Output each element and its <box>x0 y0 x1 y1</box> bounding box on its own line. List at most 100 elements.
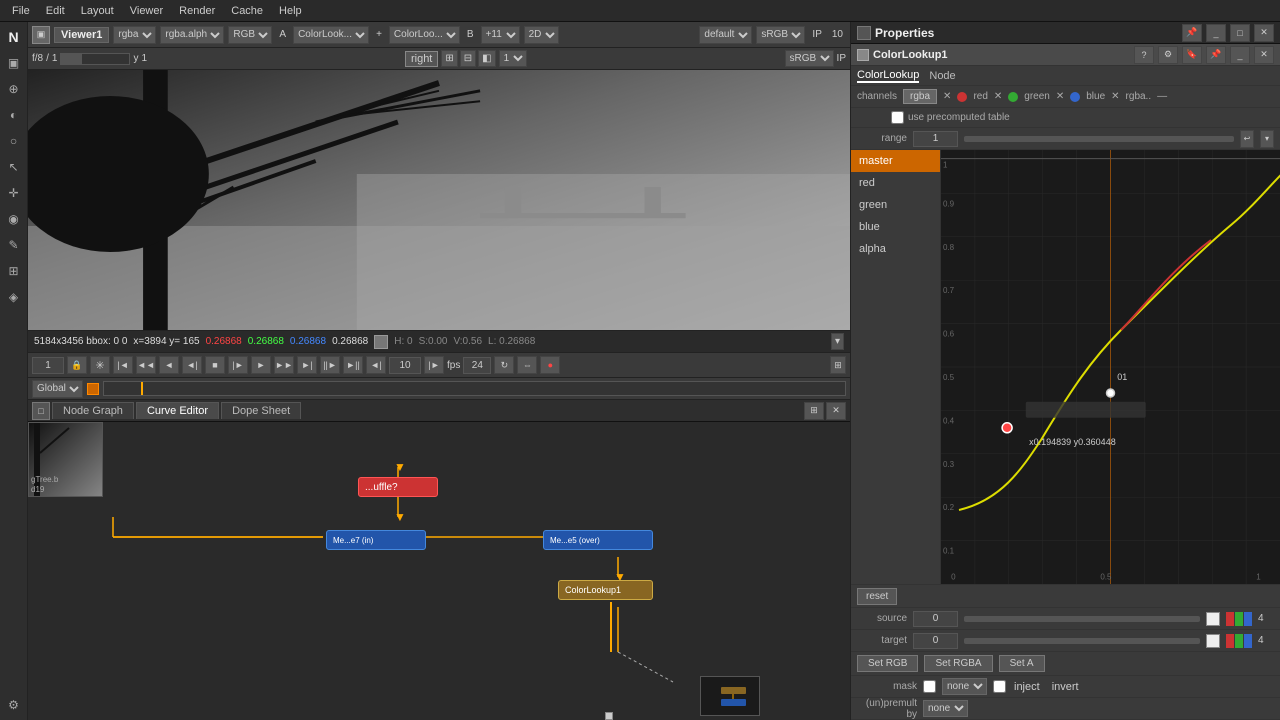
split-btn[interactable]: ⊟ <box>460 50 476 67</box>
menu-edit[interactable]: Edit <box>38 3 73 19</box>
prev-key-btn[interactable]: ◄◄ <box>136 356 156 374</box>
viewer-cursor[interactable] <box>538 187 548 197</box>
props-minimize-btn[interactable]: _ <box>1206 24 1226 42</box>
precomputed-checkbox[interactable] <box>891 111 904 124</box>
set-rgb-btn[interactable]: Set RGB <box>857 655 918 672</box>
play-btn[interactable]: ► <box>251 356 271 374</box>
target-input[interactable] <box>913 633 958 649</box>
one3-select[interactable]: 1 <box>499 50 527 67</box>
mask-select[interactable]: none <box>942 678 987 695</box>
default-select[interactable]: default <box>699 26 752 44</box>
eye-icon[interactable]: ◉ <box>3 208 25 230</box>
fps-input[interactable] <box>463 357 491 374</box>
alpha-select[interactable]: rgba.alph <box>160 26 224 44</box>
tab-node-graph[interactable]: Node Graph <box>52 402 134 419</box>
cl-bookmark-btn[interactable]: 🔖 <box>1182 46 1202 64</box>
menu-render[interactable]: Render <box>171 3 223 19</box>
node-merge7in[interactable]: Me...e7 (in) <box>326 530 426 550</box>
view-toggle-btn[interactable]: ⊞ <box>441 50 457 67</box>
red-remove-btn[interactable]: ✕ <box>943 91 951 102</box>
skip-end-btn[interactable]: ►|| <box>343 356 363 374</box>
rgba-select[interactable]: rgba <box>113 26 156 44</box>
reset-btn[interactable]: reset <box>857 588 897 605</box>
color-icon[interactable]: ◐ <box>3 104 25 126</box>
twod-select[interactable]: 2D <box>524 26 559 44</box>
menu-cache[interactable]: Cache <box>223 3 271 19</box>
target-swatch[interactable] <box>1206 634 1220 648</box>
set-a-btn[interactable]: Set A <box>999 655 1045 672</box>
node-graph[interactable]: d19 gTree.b <box>28 422 850 720</box>
tab-curve-editor[interactable]: Curve Editor <box>136 402 219 419</box>
view-icon[interactable]: ▣ <box>3 52 25 74</box>
slow-back-btn[interactable]: ◄| <box>182 356 202 374</box>
step-back-btn[interactable]: ◄ <box>159 356 179 374</box>
settings-bottom-icon[interactable]: ⚙ <box>3 694 25 716</box>
menu-help[interactable]: Help <box>271 3 310 19</box>
tab-dope-sheet[interactable]: Dope Sheet <box>221 402 301 419</box>
status-expand-btn[interactable]: ▾ <box>831 333 844 350</box>
circle-icon[interactable]: ○ <box>3 130 25 152</box>
cl-pin-btn[interactable]: 📌 <box>1206 46 1226 64</box>
go-end-btn[interactable]: ►| <box>297 356 317 374</box>
colorlook-b-select[interactable]: ColorLoo... <box>389 26 460 44</box>
maximize-nodegraph-btn[interactable]: ⊞ <box>804 402 824 420</box>
wipe-btn[interactable]: ◧ <box>478 50 495 67</box>
colorlook-a-select[interactable]: ColorLook... <box>293 26 369 44</box>
transform-icon[interactable]: ⊕ <box>3 78 25 100</box>
prev-frame-btn[interactable]: ◄| <box>366 356 386 374</box>
loop-btn[interactable]: ✳ <box>90 356 110 374</box>
rgba-extra-remove-btn[interactable]: ✕ <box>1111 91 1119 102</box>
frame10-input[interactable] <box>389 357 421 374</box>
frame-input[interactable] <box>32 357 64 374</box>
ch-red[interactable]: red <box>851 172 940 194</box>
target-slider[interactable] <box>964 638 1200 644</box>
ch-master[interactable]: master <box>851 150 940 172</box>
record-btn[interactable]: ● <box>540 356 560 374</box>
slow-fwd-btn[interactable]: |► <box>228 356 248 374</box>
last-remove-btn[interactable]: — <box>1157 91 1167 102</box>
srgb-select[interactable]: sRGB <box>756 26 805 44</box>
source-swatch[interactable] <box>1206 612 1220 626</box>
next-frame-btn[interactable]: |► <box>424 356 444 374</box>
cl-close-btn[interactable]: ✕ <box>1254 46 1274 64</box>
curve-graph[interactable]: 1 0.9 0.8 0.7 0.6 0.5 0.4 0.3 0.2 0.1 0.… <box>941 150 1280 584</box>
select-icon[interactable]: ↖ <box>3 156 25 178</box>
set-rgba-btn[interactable]: Set RGBA <box>924 655 992 672</box>
timeline-expand-btn[interactable]: ⊞ <box>830 356 846 374</box>
ch-alpha[interactable]: alpha <box>851 238 940 260</box>
cl-help-btn[interactable]: ? <box>1134 46 1154 64</box>
node-shuffle[interactable]: ...uffle? <box>358 477 438 497</box>
loop-cycle-btn[interactable]: ↻ <box>494 356 514 374</box>
ch-green[interactable]: green <box>851 194 940 216</box>
cl-settings-btn[interactable]: ⚙ <box>1158 46 1178 64</box>
menu-viewer[interactable]: Viewer <box>122 3 171 19</box>
rgb-select[interactable]: RGB <box>228 26 272 44</box>
ptab-node[interactable]: Node <box>929 70 955 82</box>
range-reset-btn[interactable]: ↩ <box>1240 130 1254 148</box>
move-icon[interactable]: ✛ <box>3 182 25 204</box>
blue-remove-btn[interactable]: ✕ <box>1056 91 1064 102</box>
bounce-btn[interactable]: ⇔ <box>517 356 537 374</box>
go-end2-btn[interactable]: ||► <box>320 356 340 374</box>
ptab-colorlookup[interactable]: ColorLookup <box>857 69 919 83</box>
props-close-btn[interactable]: ✕ <box>1254 24 1274 42</box>
channels-rgba-btn[interactable]: rgba <box>903 89 937 104</box>
green-remove-btn[interactable]: ✕ <box>994 91 1002 102</box>
timeline-track[interactable] <box>103 381 846 396</box>
mask-checkbox[interactable] <box>923 680 936 693</box>
ch-blue[interactable]: blue <box>851 216 940 238</box>
grid-icon[interactable]: ⊞ <box>3 260 25 282</box>
node-merge5over[interactable]: Me...e5 (over) <box>543 530 653 550</box>
pen-icon[interactable]: ✎ <box>3 234 25 256</box>
menu-layout[interactable]: Layout <box>73 3 122 19</box>
range-input[interactable] <box>913 131 958 147</box>
props-pin-btn[interactable]: 📌 <box>1182 24 1202 42</box>
lock-btn[interactable]: 🔒 <box>67 356 87 374</box>
pin-icon[interactable]: ◈ <box>3 286 25 308</box>
range-expand-btn[interactable]: ▾ <box>1260 130 1274 148</box>
range-slider[interactable] <box>964 136 1234 142</box>
stop-btn[interactable]: ■ <box>205 356 225 374</box>
cl-minimize-btn[interactable]: _ <box>1230 46 1250 64</box>
mask-extra-cb[interactable] <box>993 680 1006 693</box>
node-colorlookup1[interactable]: ColorLookup1 <box>558 580 653 600</box>
